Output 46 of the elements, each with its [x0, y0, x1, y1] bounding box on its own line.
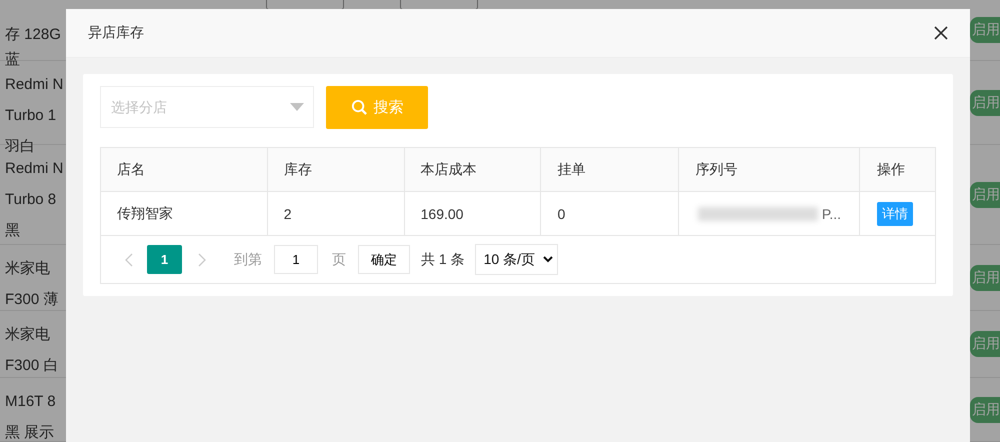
search-icon: [350, 99, 368, 116]
product-name: Turbo 1: [5, 106, 58, 126]
column-header: 店名: [101, 148, 268, 191]
product-name: 米家电: [5, 325, 51, 345]
chevron-icon: [542, 256, 553, 263]
status-badge: 启用: [970, 396, 1000, 422]
page-input[interactable]: 1: [274, 245, 318, 274]
product-name: F300 白: [5, 356, 60, 376]
table-cell: P...: [822, 206, 842, 222]
product-name: F300 薄: [5, 290, 60, 310]
goto-label: 到第: [234, 250, 262, 268]
page-unit-label: 页: [332, 250, 346, 268]
product-name: 存 128G: [5, 25, 62, 45]
column-header: 库存: [268, 148, 405, 191]
column-header: 序列号: [679, 148, 860, 191]
column-header: 挂单: [541, 148, 680, 191]
status-badge: 启用: [970, 17, 1000, 43]
product-name: 黑: [5, 221, 21, 241]
page-button[interactable]: 1: [147, 245, 182, 274]
status-badge: 启用: [970, 90, 1000, 116]
table-cell: 0: [541, 192, 680, 235]
column-header: 操作: [876, 160, 906, 178]
confirm-button[interactable]: 确定: [358, 245, 410, 274]
close-icon[interactable]: [934, 26, 948, 40]
product-name: Redmi N: [5, 159, 64, 179]
previous-page-icon[interactable]: [125, 252, 133, 266]
table-cell: 传翔智家: [101, 192, 268, 235]
page-size-select[interactable]: 10 条/页: [474, 244, 558, 275]
product-name: Redmi N: [5, 75, 64, 95]
next-page-icon[interactable]: [198, 252, 206, 266]
caret-icon: [290, 103, 304, 111]
status-badge: 启用: [970, 264, 1000, 290]
status-badge: 启用: [970, 182, 1000, 208]
column-header: 本店成本: [404, 148, 542, 191]
branch-select[interactable]: 选择分店: [100, 86, 314, 128]
table-cell: 169.00: [404, 192, 542, 235]
total-count: 共 1 条: [421, 250, 465, 268]
status-badge: 启用: [970, 331, 1000, 357]
product-name: 黑 展示: [5, 423, 56, 442]
product-name: 蓝: [5, 50, 21, 70]
dialog-title: 异店库存: [88, 24, 144, 42]
product-name: Turbo 8: [5, 190, 58, 210]
table-cell: 2: [268, 192, 405, 235]
product-name: 羽白: [5, 137, 36, 157]
product-name: M16T 8: [5, 392, 57, 412]
product-name: 米家电: [5, 259, 51, 279]
